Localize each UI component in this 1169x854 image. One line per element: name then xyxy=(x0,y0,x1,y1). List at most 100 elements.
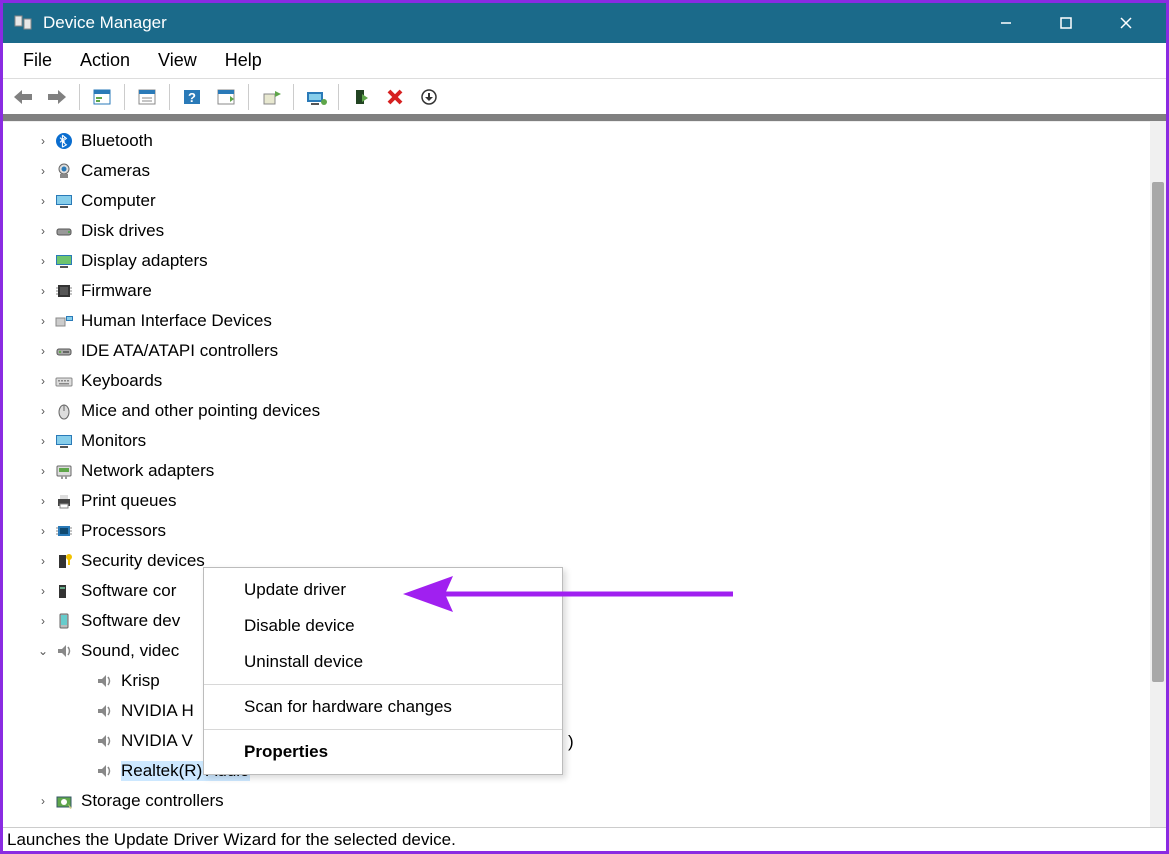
device-tree[interactable]: ›Bluetooth›Cameras›Computer›Disk drives›… xyxy=(3,122,1150,827)
device-category[interactable]: ›Software dev xyxy=(33,606,1150,636)
device-category[interactable]: ›Processors xyxy=(33,516,1150,546)
expand-icon[interactable]: › xyxy=(33,524,53,538)
properties-button[interactable] xyxy=(131,83,163,111)
device-category[interactable]: › Cameras xyxy=(33,156,1150,186)
device-category[interactable]: ›Display adapters xyxy=(33,246,1150,276)
context-menu-item[interactable]: Disable device xyxy=(204,608,562,644)
context-menu: Update driverDisable deviceUninstall dev… xyxy=(203,567,563,775)
expand-icon[interactable]: › xyxy=(33,404,53,418)
back-button[interactable] xyxy=(7,83,39,111)
forward-button[interactable] xyxy=(41,83,73,111)
context-menu-item[interactable]: Update driver xyxy=(204,572,562,608)
window-title: Device Manager xyxy=(43,13,167,33)
menu-action[interactable]: Action xyxy=(66,44,144,77)
device-category[interactable]: › Bluetooth xyxy=(33,126,1150,156)
device-category[interactable]: ›Human Interface Devices xyxy=(33,306,1150,336)
software-icon xyxy=(53,581,75,601)
expand-icon[interactable]: › xyxy=(33,794,53,808)
device-category[interactable]: › Mice and other pointing devices xyxy=(33,396,1150,426)
network-icon xyxy=(53,461,75,481)
scan-hardware-button[interactable] xyxy=(300,83,332,111)
close-button[interactable] xyxy=(1096,3,1156,43)
expand-icon[interactable]: › xyxy=(33,314,53,328)
uninstall-device-button[interactable] xyxy=(379,83,411,111)
update-driver-button[interactable] xyxy=(255,83,287,111)
truncated-text-fragment: ) xyxy=(568,732,574,752)
device-label: Firmware xyxy=(81,281,152,301)
device-category[interactable]: ›Disk drives xyxy=(33,216,1150,246)
device-category[interactable]: ›Security devices xyxy=(33,546,1150,576)
ide-icon xyxy=(53,341,75,361)
display-adapter-icon xyxy=(53,251,75,271)
minimize-button[interactable] xyxy=(976,3,1036,43)
device-category[interactable]: ›Keyboards xyxy=(33,366,1150,396)
device-item[interactable]: Realtek(R) Audio xyxy=(33,756,1150,786)
older-hardware-button[interactable] xyxy=(413,83,445,111)
device-item[interactable]: NVIDIA V xyxy=(33,726,1150,756)
device-tree-pane: ›Bluetooth›Cameras›Computer›Disk drives›… xyxy=(3,121,1166,827)
expand-icon[interactable]: › xyxy=(33,494,53,508)
processor-icon xyxy=(53,521,75,541)
device-label: Cameras xyxy=(81,161,150,181)
context-menu-item[interactable]: Scan for hardware changes xyxy=(204,689,562,725)
help-button[interactable]: ? xyxy=(176,83,208,111)
device-item[interactable]: Krisp xyxy=(33,666,1150,696)
sound-icon xyxy=(53,641,75,661)
menu-help[interactable]: Help xyxy=(211,44,276,77)
device-category[interactable]: › Network adapters xyxy=(33,456,1150,486)
vertical-scrollbar[interactable] xyxy=(1150,122,1166,827)
collapse-icon[interactable]: ⌄ xyxy=(33,644,53,658)
device-category[interactable]: ›Software cor xyxy=(33,576,1150,606)
device-category[interactable]: › Monitors xyxy=(33,426,1150,456)
expand-icon[interactable]: › xyxy=(33,254,53,268)
monitor-icon xyxy=(53,431,75,451)
context-menu-item[interactable]: Uninstall device xyxy=(204,644,562,680)
scrollbar-thumb[interactable] xyxy=(1152,182,1164,682)
device-category[interactable]: › Computer xyxy=(33,186,1150,216)
expand-icon[interactable]: › xyxy=(33,134,53,148)
expand-icon[interactable]: › xyxy=(33,224,53,238)
device-label: NVIDIA H xyxy=(121,701,194,721)
device-label: Bluetooth xyxy=(81,131,153,151)
device-label: Network adapters xyxy=(81,461,214,481)
statusbar: Launches the Update Driver Wizard for th… xyxy=(3,827,1166,851)
device-category[interactable]: › Firmware xyxy=(33,276,1150,306)
keyboard-icon xyxy=(53,371,75,391)
device-label: NVIDIA V xyxy=(121,731,193,751)
enable-device-button[interactable] xyxy=(345,83,377,111)
expand-icon[interactable]: › xyxy=(33,284,53,298)
expand-icon[interactable]: › xyxy=(33,464,53,478)
storage-icon xyxy=(53,791,75,811)
menu-view[interactable]: View xyxy=(144,44,211,77)
camera-icon xyxy=(53,161,75,181)
expand-icon[interactable]: › xyxy=(33,374,53,388)
context-menu-item[interactable]: Properties xyxy=(204,734,562,770)
printer-icon xyxy=(53,491,75,511)
expand-icon[interactable]: › xyxy=(33,194,53,208)
device-label: Mice and other pointing devices xyxy=(81,401,320,421)
device-category[interactable]: › Storage controllers xyxy=(33,786,1150,816)
maximize-button[interactable] xyxy=(1036,3,1096,43)
device-label: IDE ATA/ATAPI controllers xyxy=(81,341,278,361)
device-label: Storage controllers xyxy=(81,791,224,811)
device-category[interactable]: › IDE ATA/ATAPI controllers xyxy=(33,336,1150,366)
device-category[interactable]: ›Print queues xyxy=(33,486,1150,516)
menu-file[interactable]: File xyxy=(9,44,66,77)
expand-icon[interactable]: › xyxy=(33,584,53,598)
hid-icon xyxy=(53,311,75,331)
expand-icon[interactable]: › xyxy=(33,554,53,568)
expand-icon[interactable]: › xyxy=(33,614,53,628)
expand-icon[interactable]: › xyxy=(33,164,53,178)
titlebar: Device Manager xyxy=(3,3,1166,43)
device-item[interactable]: NVIDIA H xyxy=(33,696,1150,726)
show-hidden-button[interactable] xyxy=(86,83,118,111)
view-devices-button[interactable] xyxy=(210,83,242,111)
expand-icon[interactable]: › xyxy=(33,344,53,358)
expand-icon[interactable]: › xyxy=(33,434,53,448)
bluetooth-icon xyxy=(53,131,75,151)
device-label: Monitors xyxy=(81,431,146,451)
device-label: Computer xyxy=(81,191,156,211)
device-label: Krisp xyxy=(121,671,160,691)
device-category[interactable]: ⌄Sound, videc xyxy=(33,636,1150,666)
context-menu-separator xyxy=(204,684,562,685)
